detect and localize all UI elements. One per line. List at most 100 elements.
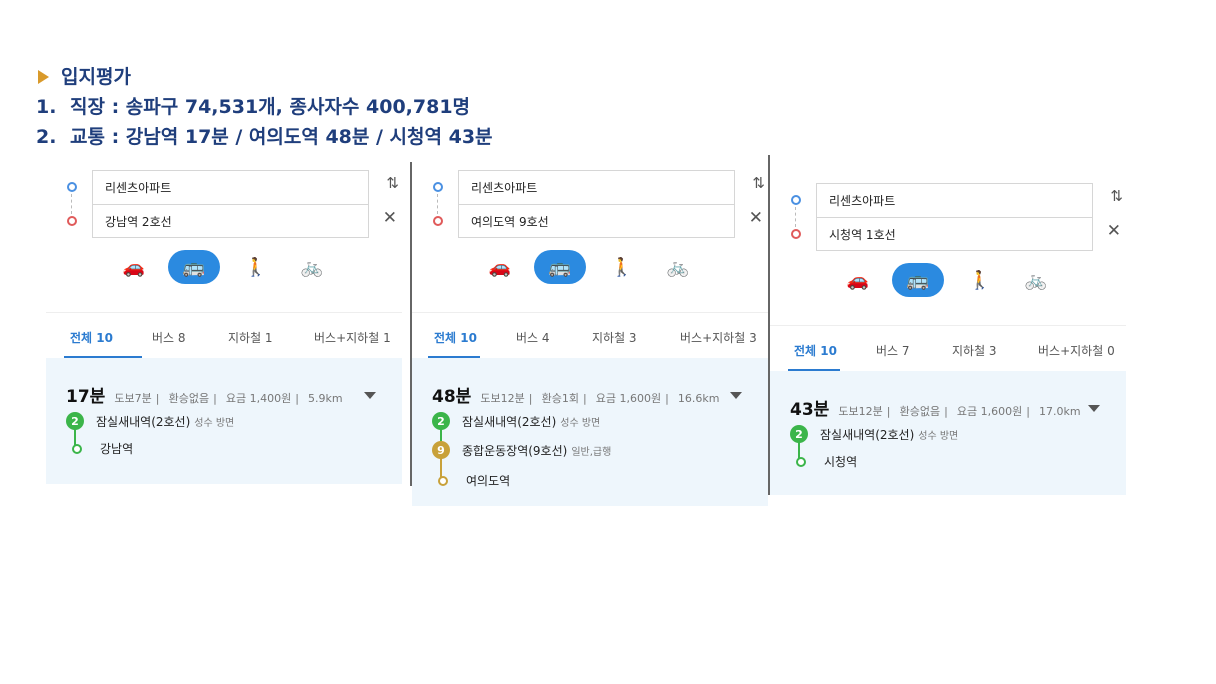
car-icon[interactable]: 🚗 bbox=[840, 263, 876, 297]
bike-icon[interactable]: 🚲 bbox=[1018, 263, 1054, 297]
transfer-count: 환승없음 bbox=[168, 392, 210, 405]
route-result[interactable]: 17분 도보7분 | 환승없음 | 요금 1,400원 | 5.9km 2 잠실새내역… bbox=[46, 358, 402, 484]
bike-icon[interactable]: 🚲 bbox=[294, 250, 330, 284]
destination-stop: 강남역 bbox=[66, 440, 133, 457]
tab-bus-subway[interactable]: 버스+지하철 3 bbox=[680, 329, 757, 346]
origin-dot-icon bbox=[67, 182, 77, 192]
chevron-down-icon[interactable] bbox=[364, 392, 376, 399]
tab-subway[interactable]: 지하철 3 bbox=[592, 329, 637, 346]
heading-line1: 직장 : 송파구 74,531개, 종사자수 400,781명 bbox=[70, 96, 471, 118]
swap-icon[interactable]: ⇅ bbox=[386, 174, 399, 192]
transfer-direction: 일반,급행 bbox=[571, 446, 612, 458]
bike-icon[interactable]: 🚲 bbox=[660, 250, 696, 284]
car-icon[interactable]: 🚗 bbox=[116, 250, 152, 284]
boarding-station: 잠실새내역(2호선) bbox=[820, 427, 915, 442]
transport-modes: 🚗 🚌 🚶 🚲 bbox=[840, 263, 1065, 299]
transport-modes: 🚗 🚌 🚶 🚲 bbox=[482, 250, 707, 286]
walk-icon[interactable]: 🚶 bbox=[238, 250, 274, 284]
chevron-down-icon[interactable] bbox=[730, 392, 742, 399]
stop-dot-icon bbox=[438, 475, 448, 486]
destination-stop: 여의도역 bbox=[432, 472, 510, 489]
stop-dot-icon bbox=[796, 456, 806, 467]
boarding-direction: 성수 방면 bbox=[918, 430, 959, 442]
boarding-direction: 성수 방면 bbox=[194, 417, 235, 429]
tab-all[interactable]: 전체 10 bbox=[434, 329, 477, 346]
transfer-station: 종합운동장역(9호선) bbox=[462, 443, 568, 458]
destination-input[interactable]: 여의도역 9호선 bbox=[458, 204, 735, 238]
fare: 요금 1,600원 bbox=[595, 392, 662, 405]
destination-dot-icon bbox=[67, 216, 77, 226]
route-summary: 43분 도보12분 | 환승없음 | 요금 1,600원 | 17.0km bbox=[790, 400, 1081, 420]
fare: 요금 1,400원 bbox=[225, 392, 292, 405]
origin-input[interactable]: 리센츠아파트 bbox=[458, 170, 735, 204]
route-result[interactable]: 48분 도보12분 | 환승1회 | 요금 1,600원 | 16.6km 2 잠실새… bbox=[412, 358, 768, 506]
destination-stop: 시청역 bbox=[790, 453, 857, 470]
swap-icon[interactable]: ⇅ bbox=[752, 174, 765, 192]
destination-station: 여의도역 bbox=[466, 474, 511, 488]
transport-modes: 🚗 🚌 🚶 🚲 bbox=[116, 250, 341, 286]
heading-line2: 교통 : 강남역 17분 / 여의도역 48분 / 시청역 43분 bbox=[70, 126, 493, 148]
line2-number: 2. bbox=[36, 126, 57, 148]
line2-badge-icon: 2 bbox=[432, 412, 450, 430]
transfer-count: 환승1회 bbox=[541, 392, 579, 405]
boarding-stop: 2 잠실새내역(2호선) 성수 방면 bbox=[790, 425, 958, 443]
car-icon[interactable]: 🚗 bbox=[482, 250, 518, 284]
tab-all[interactable]: 전체 10 bbox=[70, 329, 113, 346]
boarding-stop: 2 잠실새내역(2호선) 성수 방면 bbox=[66, 412, 234, 430]
destination-dot-icon bbox=[433, 216, 443, 226]
tab-bus[interactable]: 버스 7 bbox=[876, 342, 910, 359]
route-time: 43분 bbox=[790, 400, 830, 420]
distance: 17.0km bbox=[1039, 405, 1081, 418]
bus-icon[interactable]: 🚌 bbox=[168, 250, 220, 284]
fare: 요금 1,600원 bbox=[956, 405, 1023, 418]
walk-icon[interactable]: 🚶 bbox=[962, 263, 998, 297]
transfer-stop: 9 종합운동장역(9호선) 일반,급행 bbox=[432, 441, 611, 459]
tab-bus-subway[interactable]: 버스+지하철 0 bbox=[1038, 342, 1115, 359]
close-icon[interactable]: ✕ bbox=[1107, 221, 1121, 241]
walk-time: 도보12분 bbox=[838, 405, 883, 418]
tab-subway[interactable]: 지하철 3 bbox=[952, 342, 997, 359]
origin-dot-icon bbox=[433, 182, 443, 192]
heading-title: 입지평가 bbox=[61, 66, 131, 88]
origin-input[interactable]: 리센츠아파트 bbox=[816, 183, 1093, 217]
destination-dot-icon bbox=[791, 229, 801, 239]
route-time: 48분 bbox=[432, 387, 472, 407]
origin-dot-icon bbox=[791, 195, 801, 205]
tab-all[interactable]: 전체 10 bbox=[794, 342, 837, 359]
line1-number: 1. bbox=[36, 96, 57, 118]
close-icon[interactable]: ✕ bbox=[383, 208, 397, 228]
route-result[interactable]: 43분 도보12분 | 환승없음 | 요금 1,600원 | 17.0km 2 잠실새… bbox=[770, 371, 1126, 495]
chevron-down-icon[interactable] bbox=[1088, 405, 1100, 412]
route-panel-cityhall: 리센츠아파트 시청역 1호선 ⇅ ✕ 🚗 🚌 🚶 🚲 전체 10 버스 7 지하… bbox=[768, 155, 1126, 495]
line2-badge-icon: 2 bbox=[790, 425, 808, 443]
swap-icon[interactable]: ⇅ bbox=[1110, 187, 1123, 205]
close-icon[interactable]: ✕ bbox=[749, 208, 763, 228]
walk-icon[interactable]: 🚶 bbox=[604, 250, 640, 284]
line9-badge-icon: 9 bbox=[432, 441, 450, 459]
boarding-stop: 2 잠실새내역(2호선) 성수 방면 bbox=[432, 412, 600, 430]
stop-dot-icon bbox=[72, 443, 82, 454]
tab-bus-subway[interactable]: 버스+지하철 1 bbox=[314, 329, 391, 346]
route-tabs: 전체 10 버스 8 지하철 1 버스+지하철 1 bbox=[46, 312, 402, 359]
destination-input[interactable]: 시청역 1호선 bbox=[816, 217, 1093, 251]
boarding-direction: 성수 방면 bbox=[560, 417, 601, 429]
tab-subway[interactable]: 지하철 1 bbox=[228, 329, 273, 346]
tab-bus[interactable]: 버스 8 bbox=[152, 329, 186, 346]
tab-bus[interactable]: 버스 4 bbox=[516, 329, 550, 346]
transfer-count: 환승없음 bbox=[899, 405, 941, 418]
origin-input[interactable]: 리센츠아파트 bbox=[92, 170, 369, 204]
destination-station: 시청역 bbox=[824, 455, 858, 469]
bus-icon[interactable]: 🚌 bbox=[892, 263, 944, 297]
bus-icon[interactable]: 🚌 bbox=[534, 250, 586, 284]
distance: 16.6km bbox=[677, 392, 720, 405]
boarding-station: 잠실새내역(2호선) bbox=[462, 414, 557, 429]
destination-input[interactable]: 강남역 2호선 bbox=[92, 204, 369, 238]
route-summary: 17분 도보7분 | 환승없음 | 요금 1,400원 | 5.9km bbox=[66, 387, 343, 407]
boarding-station: 잠실새내역(2호선) bbox=[96, 414, 191, 429]
route-time: 17분 bbox=[66, 387, 106, 407]
route-tabs: 전체 10 버스 7 지하철 3 버스+지하철 0 bbox=[770, 325, 1126, 372]
distance: 5.9km bbox=[308, 392, 343, 405]
walk-time: 도보7분 bbox=[114, 392, 152, 405]
destination-station: 강남역 bbox=[100, 442, 134, 456]
route-tabs: 전체 10 버스 4 지하철 3 버스+지하철 3 bbox=[412, 312, 768, 359]
